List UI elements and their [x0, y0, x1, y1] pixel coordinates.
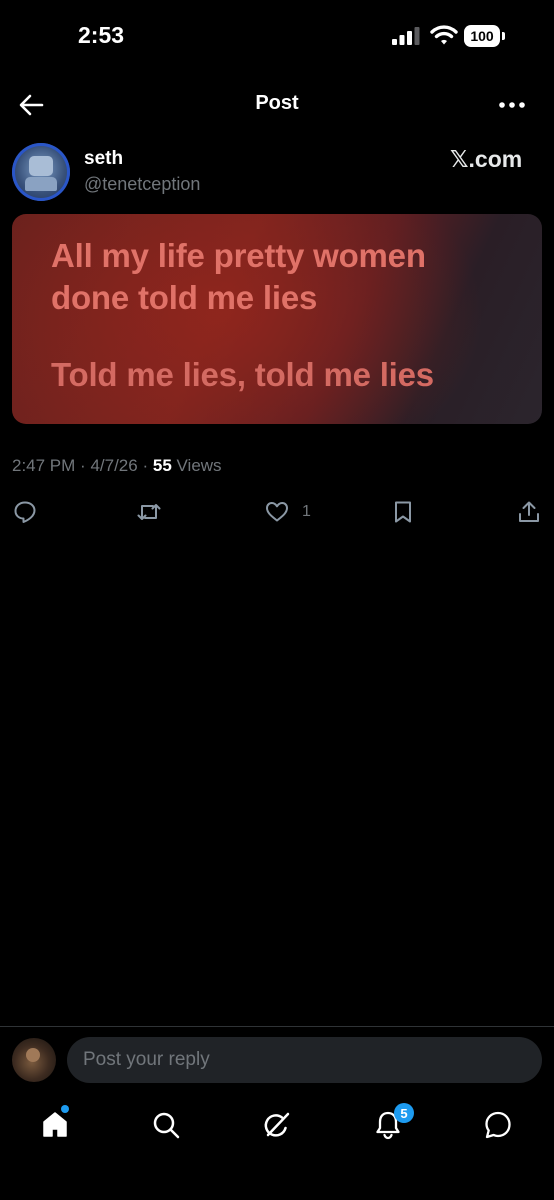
post-date: 4/7/26 [90, 456, 138, 475]
author-name[interactable]: seth [84, 148, 123, 170]
reply-button[interactable] [12, 498, 38, 526]
home-unread-dot [61, 1105, 69, 1113]
notifications-badge: 5 [394, 1103, 414, 1123]
meta-separator: · [80, 456, 86, 475]
grok-icon [264, 1112, 290, 1137]
search-icon [153, 1112, 180, 1139]
lyric-line-1: All my life pretty women [51, 237, 426, 274]
repost-button[interactable] [136, 498, 162, 526]
wifi-icon [430, 25, 458, 45]
page-title: Post [255, 92, 299, 114]
tab-search[interactable] [149, 1108, 183, 1142]
repost-icon [137, 504, 161, 520]
like-count: 1 [302, 503, 311, 520]
views-label: Views [176, 456, 222, 475]
author-handle: @tenetception [84, 174, 201, 194]
home-icon [43, 1112, 67, 1137]
meta-separator: · [142, 456, 149, 475]
reply-icon [14, 501, 36, 523]
messages-icon [485, 1111, 511, 1139]
post-meta: 2:47 PM · 4/7/26 · 55 Views [12, 456, 222, 476]
status-time: 2:53 [78, 22, 125, 48]
views-count: 55 [152, 456, 172, 475]
share-button[interactable] [516, 498, 542, 526]
reply-placeholder: Post your reply [83, 1049, 210, 1070]
reply-divider [0, 1026, 554, 1027]
post-media-card[interactable]: All my life pretty women done told me li… [12, 214, 542, 424]
like-button[interactable]: 1 [264, 498, 311, 526]
more-options-icon[interactable] [496, 90, 528, 120]
author-avatar[interactable] [12, 143, 70, 201]
reply-input[interactable]: Post your reply [67, 1037, 542, 1083]
post-time: 2:47 PM [12, 456, 76, 475]
tab-home[interactable] [38, 1108, 72, 1142]
heart-icon [266, 502, 288, 522]
tab-grok[interactable] [260, 1108, 294, 1142]
battery-level: 100 [464, 25, 500, 47]
bookmark-icon [395, 501, 411, 523]
tab-messages[interactable] [481, 1108, 515, 1142]
cellular-signal-icon [392, 27, 420, 45]
bookmark-button[interactable] [390, 498, 416, 526]
source-label: 𝕏.com [450, 146, 523, 172]
battery-icon: 100 [464, 25, 506, 47]
share-icon [519, 501, 539, 522]
lyric-line-2: done told me lies [51, 279, 318, 316]
my-avatar [12, 1038, 56, 1082]
lyric-line-3: Told me lies, told me lies [51, 356, 434, 393]
